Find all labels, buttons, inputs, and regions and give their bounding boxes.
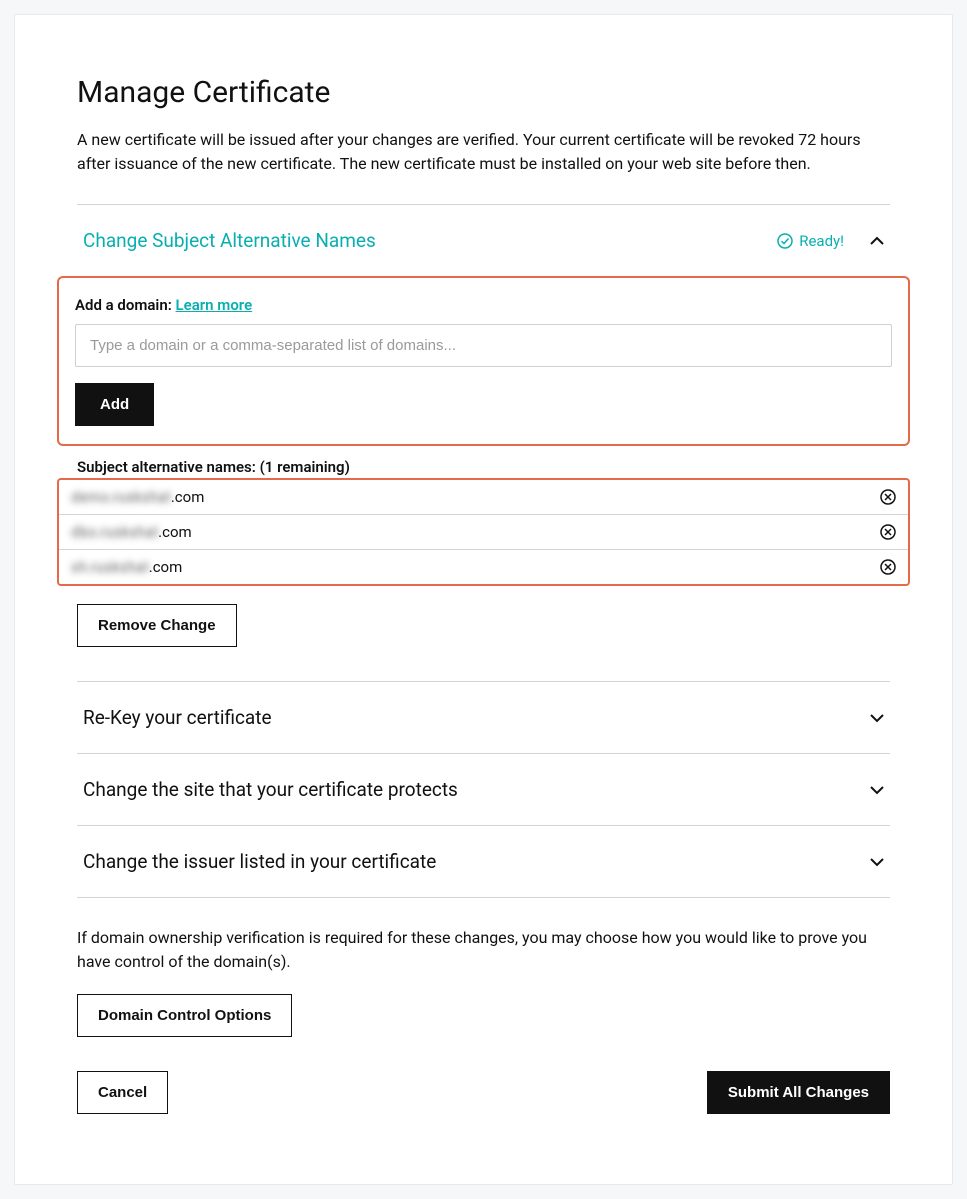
san-list-heading: Subject alternative names: (1 remaining) [77,458,890,476]
footer-actions: Cancel Submit All Changes [77,1071,890,1114]
san-item: demo.ruskshat.com [59,480,908,515]
accordion-san-title: Change Subject Alternative Names [83,229,777,252]
submit-all-changes-button[interactable]: Submit All Changes [707,1071,890,1114]
chevron-down-icon [868,709,886,727]
accordion-rekey-header[interactable]: Re-Key your certificate [77,682,890,753]
page-intro: A new certificate will be issued after y… [77,128,890,176]
remove-change-button[interactable]: Remove Change [77,604,237,647]
san-item: sh.ruskshat.com [59,550,908,584]
remove-domain-icon[interactable] [880,559,896,575]
status-ready: Ready! [777,232,844,250]
add-domain-label-row: Add a domain Learn more [75,296,892,314]
san-domain: demo.ruskshat.com [71,488,880,506]
chevron-down-icon [868,781,886,799]
accordion-san-header[interactable]: Change Subject Alternative Names Ready! [77,205,890,276]
cancel-button[interactable]: Cancel [77,1071,168,1114]
add-button[interactable]: Add [75,383,154,426]
check-circle-icon [777,233,793,249]
accordion-change-issuer-header[interactable]: Change the issuer listed in your certifi… [77,826,890,897]
remove-domain-icon[interactable] [880,524,896,540]
accordion-change-issuer-title: Change the issuer listed in your certifi… [83,850,868,873]
remove-domain-icon[interactable] [880,489,896,505]
accordion-change-site-title: Change the site that your certificate pr… [83,778,868,801]
chevron-up-icon [868,232,886,250]
domain-input[interactable] [75,324,892,367]
add-domain-box: Add a domain Learn more Add [57,276,910,446]
page-title: Manage Certificate [77,75,890,110]
manage-certificate-card: Manage Certificate A new certificate wil… [14,14,953,1185]
accordion-rekey-title: Re-Key your certificate [83,706,868,729]
learn-more-link[interactable]: Learn more [176,296,253,314]
san-domain: dbo.ruskshat.com [71,523,880,541]
add-domain-label: Add a domain [75,296,176,314]
footer-note: If domain ownership verification is requ… [77,926,890,974]
san-domain: sh.ruskshat.com [71,558,880,576]
divider [77,897,890,898]
san-list-box: demo.ruskshat.com dbo.ruskshat.com sh.ru… [57,478,910,586]
status-text: Ready! [799,232,844,250]
chevron-down-icon [868,853,886,871]
accordion-change-site-header[interactable]: Change the site that your certificate pr… [77,754,890,825]
san-item: dbo.ruskshat.com [59,515,908,550]
domain-control-options-button[interactable]: Domain Control Options [77,994,292,1037]
